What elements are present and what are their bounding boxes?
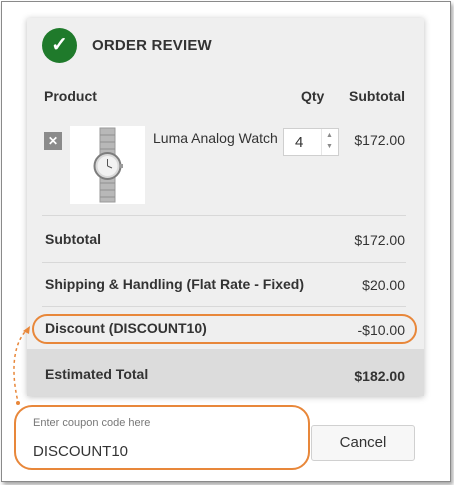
estimated-total-label: Estimated Total — [45, 366, 149, 382]
shipping-label: Shipping & Handling (Flat Rate - Fixed) — [45, 276, 304, 292]
subtotal-value: $172.00 — [354, 232, 405, 248]
shipping-value: $20.00 — [362, 277, 405, 293]
column-header-qty: Qty — [301, 88, 325, 104]
divider — [42, 262, 406, 263]
remove-item-button[interactable]: ✕ — [44, 132, 62, 150]
coupon-input-value[interactable]: DISCOUNT10 — [33, 443, 128, 460]
stepper-down-icon[interactable]: ▼ — [326, 143, 333, 150]
estimated-total-row: Estimated Total $182.00 — [27, 349, 424, 396]
quantity-stepper[interactable]: ▲ ▼ — [321, 129, 338, 155]
item-subtotal: $172.00 — [354, 132, 405, 148]
estimated-total-value: $182.00 — [354, 368, 405, 384]
column-header-product: Product — [44, 88, 97, 104]
page-title: ORDER REVIEW — [92, 37, 212, 54]
subtotal-label: Subtotal — [45, 231, 101, 247]
quantity-input[interactable]: 4 ▲ ▼ — [283, 128, 339, 156]
divider — [42, 306, 406, 307]
check-icon: ✓ — [42, 28, 77, 63]
cancel-button[interactable]: Cancel — [311, 425, 415, 461]
stepper-up-icon[interactable]: ▲ — [326, 132, 333, 139]
column-header-subtotal: Subtotal — [349, 88, 405, 104]
order-review-panel: ✓ ORDER REVIEW Product Qty Subtotal ✕ Lu… — [27, 18, 424, 396]
product-image-watch — [70, 126, 145, 204]
coupon-code-field[interactable]: Enter coupon code here DISCOUNT10 — [14, 405, 310, 470]
discount-label: Discount (DISCOUNT10) — [45, 320, 207, 336]
discount-value: -$10.00 — [357, 322, 405, 338]
coupon-placeholder: Enter coupon code here — [33, 417, 151, 429]
divider — [42, 215, 406, 216]
product-name[interactable]: Luma Analog Watch — [153, 130, 278, 146]
order-review-header: ✓ ORDER REVIEW — [27, 18, 424, 74]
quantity-value[interactable]: 4 — [295, 134, 303, 151]
